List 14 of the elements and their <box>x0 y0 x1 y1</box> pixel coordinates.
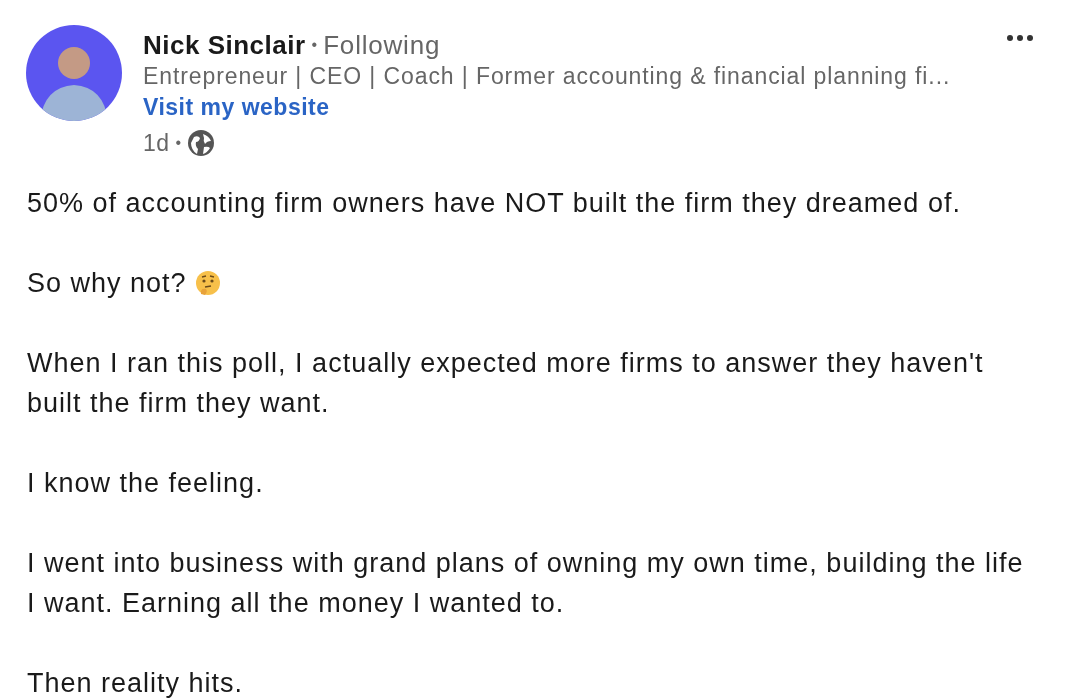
author-name[interactable]: Nick Sinclair <box>143 29 306 61</box>
post-text: Then reality hits. <box>27 667 245 698</box>
post-text: I went into business with grand plans of owning my own time, building the life I want. Earning all the money I wanted to. <box>27 547 1024 620</box>
post-text: 50% of accounting firm owners have NOT built the firm they dreamed of. <box>27 187 962 220</box>
post-time: 1d <box>143 129 170 157</box>
post-text: When I ran this poll, I actually expected more firms to answer they haven't built the firm they want. <box>27 347 985 420</box>
ellipsis-icon <box>1006 34 1034 42</box>
separator-dot: • <box>175 134 182 152</box>
website-link[interactable]: Visit my website <box>143 94 330 121</box>
separator-dot: • <box>311 36 318 54</box>
post-text: I know the feeling. <box>27 467 265 500</box>
post-text: So why not? <box>27 267 187 300</box>
author-headline: Entrepreneur | CEO | Coach | Former accounting & financial planning fi... <box>143 63 951 90</box>
connection-status: Following <box>323 29 441 61</box>
